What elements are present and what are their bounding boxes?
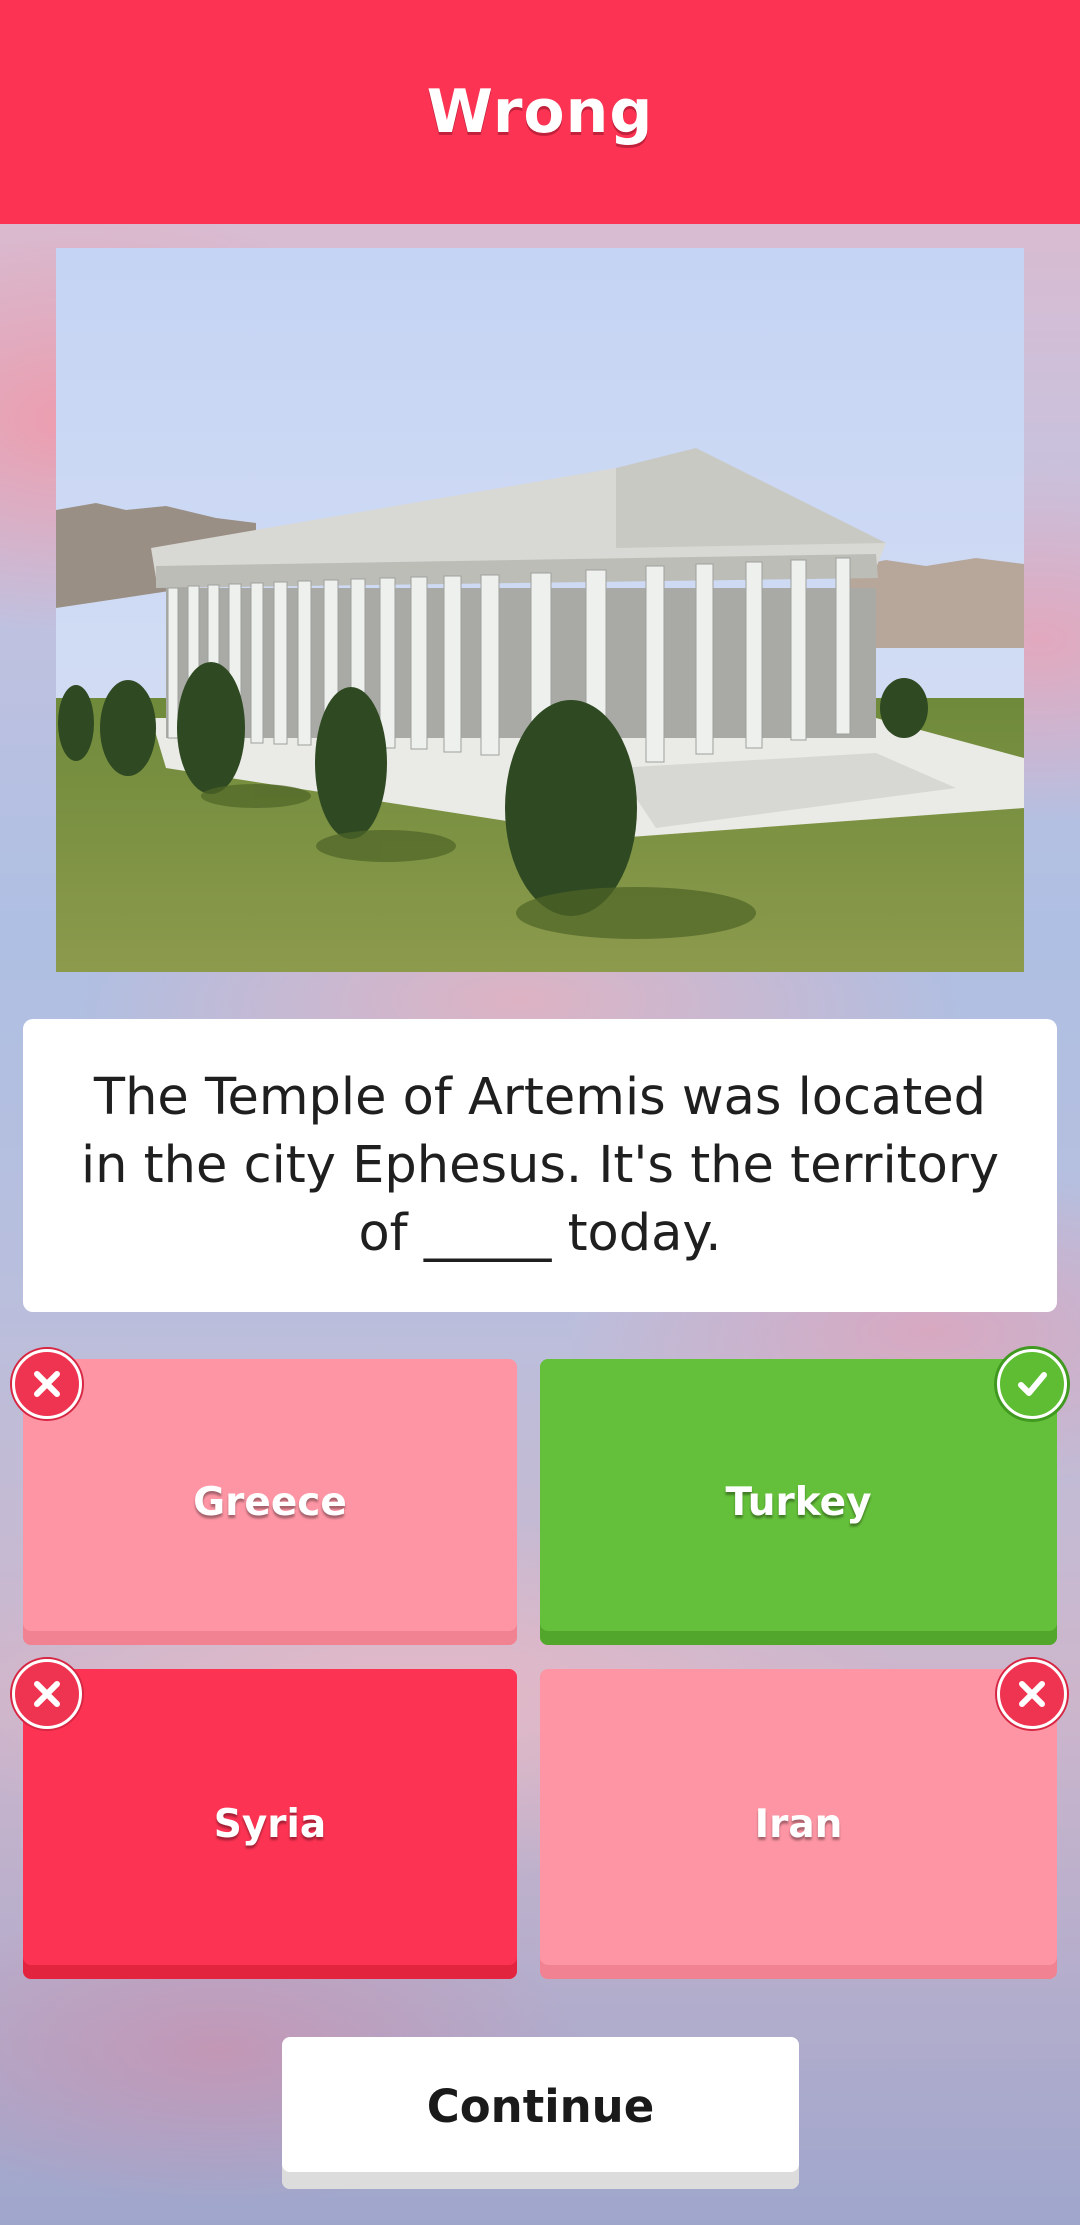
temple-image xyxy=(56,248,1024,972)
continue-label: Continue xyxy=(426,2079,655,2133)
answer-label: Turkey xyxy=(725,1479,872,1525)
question-photo xyxy=(56,248,1024,972)
wrong-mark-icon xyxy=(12,1349,82,1419)
close-icon xyxy=(34,1681,60,1707)
continue-button[interactable]: Continue xyxy=(282,2037,799,2189)
question-card: The Temple of Artemis was located in the… xyxy=(23,1019,1057,1312)
answer-label: Iran xyxy=(754,1801,843,1847)
answer-option-turkey[interactable]: Turkey xyxy=(540,1359,1057,1645)
check-mark-icon xyxy=(997,1349,1067,1419)
wrong-mark-icon xyxy=(12,1659,82,1729)
answer-option-iran[interactable]: Iran xyxy=(540,1669,1057,1979)
checkmark-icon xyxy=(1018,1372,1047,1396)
close-icon xyxy=(1019,1681,1045,1707)
answer-option-greece[interactable]: Greece xyxy=(23,1359,517,1645)
answer-option-syria[interactable]: Syria xyxy=(23,1669,517,1979)
result-header: Wrong xyxy=(0,0,1080,224)
close-icon xyxy=(34,1371,60,1397)
answer-label: Greece xyxy=(193,1479,347,1525)
result-title: Wrong xyxy=(426,77,654,147)
wrong-mark-icon xyxy=(997,1659,1067,1729)
question-text: The Temple of Artemis was located in the… xyxy=(80,1067,1000,1263)
answer-label: Syria xyxy=(213,1801,327,1847)
